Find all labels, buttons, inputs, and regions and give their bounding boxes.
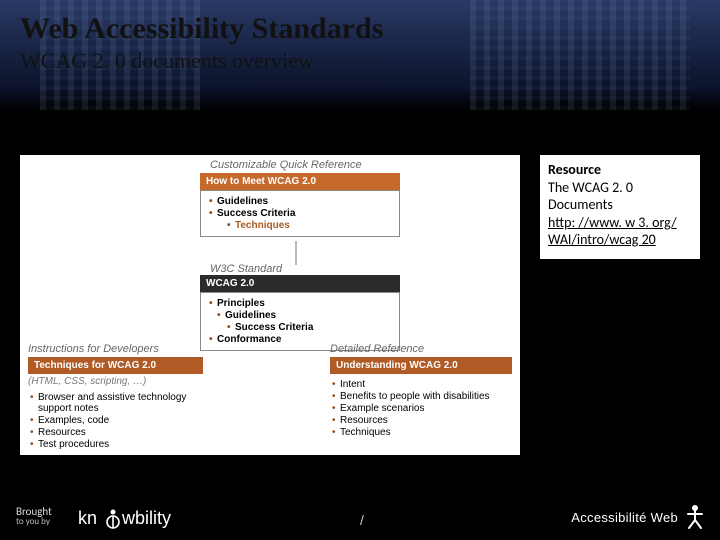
slide-subtitle: WCAG 2. 0 documents overview [20,48,383,74]
list-item: Guidelines [207,196,393,207]
list-item: Principles [207,298,393,309]
bullet-list: Browser and assistive technology support… [28,392,203,450]
box-title: WCAG 2.0 [200,275,400,292]
section-label: W3C Standard [210,263,400,275]
slide: Web Accessibility Standards WCAG 2. 0 do… [0,0,720,540]
resource-heading: Resource [548,161,692,179]
bullet-list-nested: Techniques [225,220,393,231]
bullet-list: Guidelines Success Criteria [207,196,393,219]
box-title: Techniques for WCAG 2.0 [28,357,203,374]
diagram-w3c-standard: W3C Standard WCAG 2.0 Principles Guideli… [200,263,400,351]
resource-link[interactable]: http: //www. w 3. org/ WAI/intro/wcag 20 [548,214,677,249]
accessibilite-web-text: Accessibilité Web [571,510,678,525]
bullet-list: Guidelines [215,310,393,321]
accessibilite-web-logo: Accessibilité Web [556,502,706,532]
subnote: (HTML, CSS, scripting, …) [28,376,203,387]
diagram-developers: Instructions for Developers Techniques f… [28,343,203,451]
footer-separator: / [360,512,364,528]
svg-text:kn: kn [78,508,97,528]
list-item: Success Criteria [207,208,393,219]
brought-by: Brought to you by [16,506,52,526]
list-item: Techniques [225,220,393,231]
knowbility-logo: kn wbility [78,502,198,532]
box-title: How to Meet WCAG 2.0 [200,173,400,190]
title-block: Web Accessibility Standards WCAG 2. 0 do… [20,12,383,74]
svg-text:wbility: wbility [121,508,171,528]
resource-text: Documents [548,196,692,214]
box-title: Understanding WCAG 2.0 [330,357,512,374]
bullet-list: Intent Benefits to people with disabilit… [330,379,512,438]
bullet-list: Principles [207,298,393,309]
list-item: Intent [330,379,512,390]
list-item: Benefits to people with disabilities [330,391,512,402]
section-label: Instructions for Developers [28,343,203,355]
list-item: Resources [330,415,512,426]
resource-panel: Resource The WCAG 2. 0 Documents http: /… [540,155,700,259]
wcag-diagram: Customizable Quick Reference How to Meet… [20,155,520,455]
list-item: Guidelines [215,310,393,321]
box-wcag: WCAG 2.0 Principles Guidelines Success C… [200,275,400,351]
list-item: Test procedures [28,439,203,450]
footer: Brought to you by kn wbility / Accessibi… [0,492,720,540]
list-item: Example scenarios [330,403,512,414]
connector-line [295,241,297,265]
list-item: Examples, code [28,415,203,426]
section-label: Customizable Quick Reference [210,159,400,171]
box-techniques: Techniques for WCAG 2.0 [28,357,203,374]
list-item: Success Criteria [225,322,393,333]
list-item: Resources [28,427,203,438]
person-icon [684,504,706,530]
box-how-to-meet: How to Meet WCAG 2.0 Guidelines Success … [200,173,400,237]
box-body: Intent Benefits to people with disabilit… [330,374,512,438]
diagram-customizable-ref: Customizable Quick Reference How to Meet… [200,159,400,237]
section-label: Detailed Reference [330,343,512,355]
resource-text: The WCAG 2. 0 [548,179,692,197]
list-item: Techniques [330,427,512,438]
list-item: Browser and assistive technology support… [28,392,203,414]
diagram-detailed-ref: Detailed Reference Understanding WCAG 2.… [330,343,512,439]
bullet-list: Success Criteria [225,322,393,333]
slide-title: Web Accessibility Standards [20,12,383,46]
box-body: Browser and assistive technology support… [28,389,203,450]
box-body: Guidelines Success Criteria Techniques [200,190,400,237]
box-understanding: Understanding WCAG 2.0 Intent Benefits t… [330,357,512,438]
knowbility-logo-icon: kn wbility [78,502,198,532]
brought-line: to you by [16,517,52,526]
